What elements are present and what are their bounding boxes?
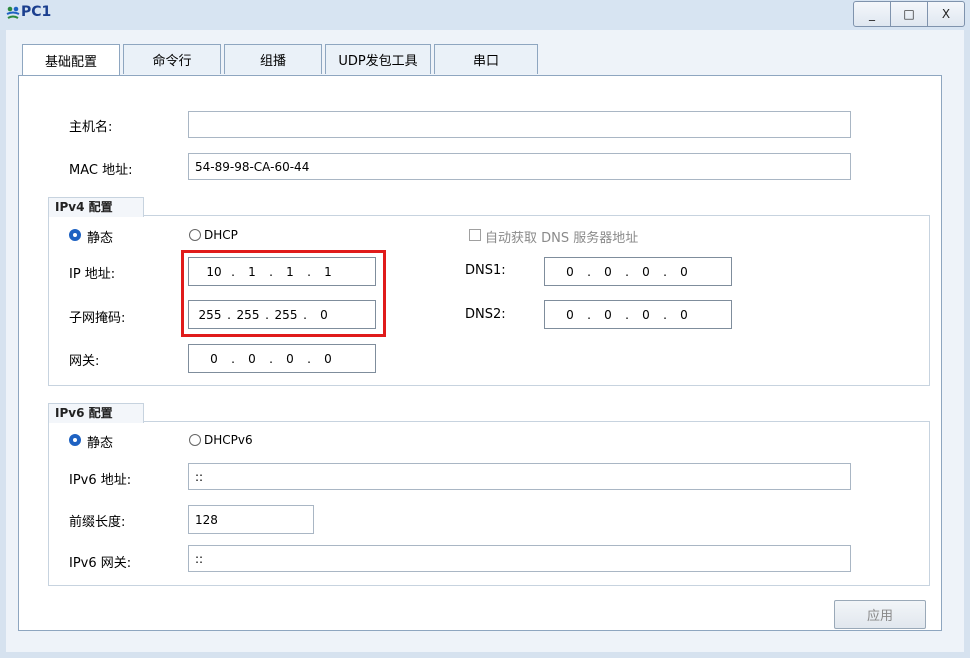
highlight-box xyxy=(181,250,386,337)
ipv4-static-label: 静态 xyxy=(87,231,114,246)
ipv4-static-radio[interactable] xyxy=(69,229,81,241)
dns2-label: DNS2: xyxy=(465,307,506,322)
tab-bar: 基础配置 命令行 组播 UDP发包工具 串口 xyxy=(22,44,541,76)
ipv6-dhcp-label: DHCPv6 xyxy=(204,433,253,447)
tab-serial[interactable]: 串口 xyxy=(434,44,538,74)
tab-basic-config[interactable]: 基础配置 xyxy=(22,44,120,76)
prefix-length-input[interactable]: 128 xyxy=(188,505,314,534)
ip-address-label: IP 地址: xyxy=(69,267,116,282)
ipv4-group-title: IPv4 配置 xyxy=(48,197,144,217)
ipv6-address-input[interactable]: :: xyxy=(188,463,851,490)
apply-button[interactable]: 应用 xyxy=(834,600,926,629)
tab-multicast[interactable]: 组播 xyxy=(224,44,322,74)
ipv6-address-label: IPv6 地址: xyxy=(69,473,132,488)
ipv6-static-radio[interactable] xyxy=(69,434,81,446)
ipv4-dhcp-label: DHCP xyxy=(204,228,238,242)
auto-dns-checkbox[interactable] xyxy=(469,229,481,241)
dns2-input[interactable]: 0. 0. 0. 0 xyxy=(544,300,732,329)
ipv6-group-title: IPv6 配置 xyxy=(48,403,144,423)
prefix-length-label: 前缀长度: xyxy=(69,515,126,530)
auto-dns-label: 自动获取 DNS 服务器地址 xyxy=(485,231,639,246)
ipv4-dhcp-radio[interactable] xyxy=(189,229,201,241)
hostname-input[interactable] xyxy=(188,111,851,138)
mac-label: MAC 地址: xyxy=(69,163,133,178)
tab-udp-tool[interactable]: UDP发包工具 xyxy=(325,44,431,74)
gateway-input[interactable]: 0. 0. 0. 0 xyxy=(188,344,376,373)
subnet-mask-label: 子网掩码: xyxy=(69,311,126,326)
tab-command-line[interactable]: 命令行 xyxy=(123,44,221,74)
window-title: PC1 xyxy=(21,4,52,20)
ipv6-gateway-input[interactable]: :: xyxy=(188,545,851,572)
minimize-button[interactable]: _ xyxy=(853,1,891,27)
dns1-input[interactable]: 0. 0. 0. 0 xyxy=(544,257,732,286)
pc-app-icon xyxy=(6,6,20,19)
gateway-label: 网关: xyxy=(69,354,100,369)
maximize-button[interactable]: □ xyxy=(890,1,928,27)
mac-address-field[interactable]: 54-89-98-CA-60-44 xyxy=(188,153,851,180)
ipv6-gateway-label: IPv6 网关: xyxy=(69,556,132,571)
ipv6-static-label: 静态 xyxy=(87,436,114,451)
ipv6-dhcp-radio[interactable] xyxy=(189,434,201,446)
dns1-label: DNS1: xyxy=(465,263,506,278)
close-button[interactable]: X xyxy=(927,1,965,27)
title-bar: PC1 _ □ X xyxy=(0,0,970,30)
hostname-label: 主机名: xyxy=(69,120,113,135)
